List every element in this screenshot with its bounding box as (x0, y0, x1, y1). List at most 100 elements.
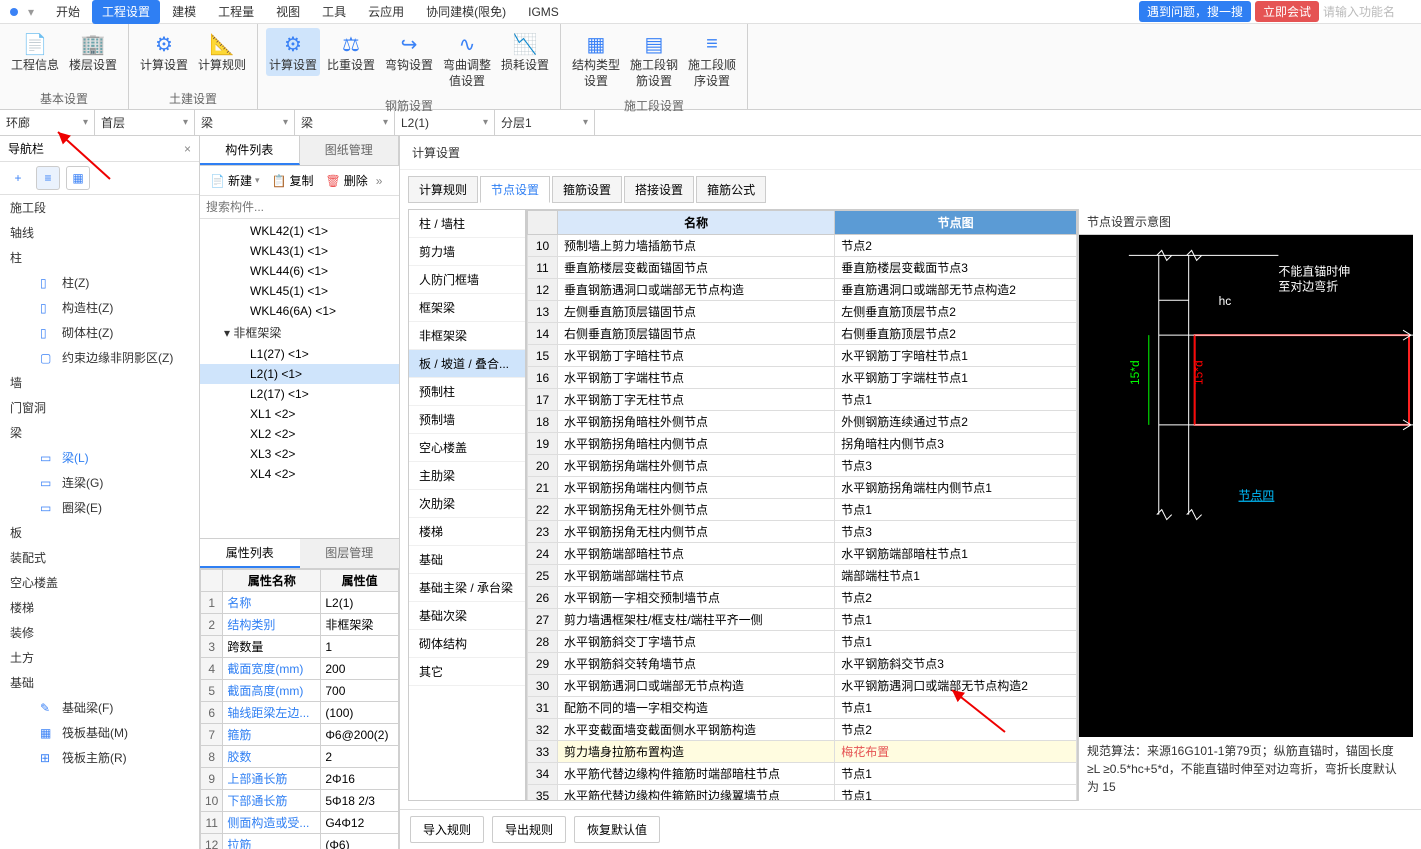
node-value[interactable]: 外侧钢筋连续通过节点2 (835, 411, 1077, 433)
nav-item[interactable]: ▭圈梁(E) (0, 495, 199, 520)
nav-item[interactable]: ▭连梁(G) (0, 470, 199, 495)
restore-button[interactable]: 恢复默认值 (574, 816, 660, 843)
node-value[interactable]: 节点1 (835, 499, 1077, 521)
prop-value[interactable]: (100) (321, 702, 399, 724)
category-item[interactable]: 基础次梁 (409, 602, 525, 630)
prop-value[interactable]: 非框架梁 (321, 614, 399, 636)
menu-tools[interactable]: 工具 (312, 0, 356, 24)
table-row[interactable]: 18水平钢筋拐角暗柱外侧节点外侧钢筋连续通过节点2 (528, 411, 1077, 433)
new-button[interactable]: 📄新建▾ (206, 170, 264, 191)
node-value[interactable]: 节点2 (835, 587, 1077, 609)
tree-item[interactable]: L2(17) <1> (200, 384, 399, 404)
dropdown-5[interactable]: 分层1▾ (495, 110, 595, 135)
node-value[interactable]: 端部端柱节点1 (835, 565, 1077, 587)
table-row[interactable]: 31配筋不同的墙一字相交构造节点1 (528, 697, 1077, 719)
trial-badge[interactable]: 立即会试 (1255, 1, 1319, 22)
prop-name[interactable]: 胶数 (223, 746, 321, 768)
menu-start[interactable]: 开始 (46, 0, 90, 24)
category-item[interactable]: 次肋梁 (409, 490, 525, 518)
prop-value[interactable]: 200 (321, 658, 399, 680)
nav-section-基础[interactable]: 基础 (0, 670, 199, 695)
nav-list-icon[interactable]: ≡ (36, 166, 60, 190)
tab-properties[interactable]: 属性列表 (200, 539, 300, 568)
nav-section-空心楼盖[interactable]: 空心楼盖 (0, 570, 199, 595)
nav-section-门窗洞[interactable]: 门窗洞 (0, 395, 199, 420)
node-value[interactable]: 水平钢筋端部暗柱节点1 (835, 543, 1077, 565)
menu-view[interactable]: 视图 (266, 0, 310, 24)
category-item[interactable]: 基础主梁 / 承台梁 (409, 574, 525, 602)
prop-value[interactable]: 2Φ16 (321, 768, 399, 790)
calc-tab-3[interactable]: 搭接设置 (624, 176, 694, 203)
node-value[interactable]: 右侧垂直筋顶层节点2 (835, 323, 1077, 345)
calc-tab-4[interactable]: 箍筋公式 (696, 176, 766, 203)
calc-tab-2[interactable]: 箍筋设置 (552, 176, 622, 203)
chevron-down-icon[interactable]: ▾ (28, 5, 34, 19)
table-row[interactable]: 33剪力墙身拉筋布置构造梅花布置 (528, 741, 1077, 763)
node-value[interactable]: 垂直筋遇洞口或端部无节点构造2 (835, 279, 1077, 301)
table-row[interactable]: 24水平钢筋端部暗柱节点水平钢筋端部暗柱节点1 (528, 543, 1077, 565)
category-item[interactable]: 板 / 坡道 / 叠合... (409, 350, 525, 378)
ribbon-施工段顺序设置[interactable]: ≡施工段顺序设置 (685, 28, 739, 91)
table-row[interactable]: 34水平筋代替边缘构件箍筋时端部暗柱节点节点1 (528, 763, 1077, 785)
prop-name[interactable]: 截面高度(mm) (223, 680, 321, 702)
nav-add-icon[interactable]: + (6, 166, 30, 190)
dropdown-1[interactable]: 首层▾ (95, 110, 195, 135)
prop-name[interactable]: 结构类别 (223, 614, 321, 636)
tab-component-list[interactable]: 构件列表 (200, 136, 300, 165)
prop-value[interactable]: G4Φ12 (321, 812, 399, 834)
table-row[interactable]: 11垂直筋楼层变截面锚固节点垂直筋楼层变截面节点3 (528, 257, 1077, 279)
calc-tab-0[interactable]: 计算规则 (408, 176, 478, 203)
table-row[interactable]: 32水平变截面墙变截面侧水平钢筋构造节点2 (528, 719, 1077, 741)
tab-layers[interactable]: 图层管理 (300, 539, 400, 568)
ribbon-损耗设置[interactable]: 📉损耗设置 (498, 28, 552, 76)
category-item[interactable]: 人防门框墙 (409, 266, 525, 294)
category-item[interactable]: 砌体结构 (409, 630, 525, 658)
table-row[interactable]: 17水平钢筋丁字无柱节点节点1 (528, 389, 1077, 411)
tab-drawing-mgmt[interactable]: 图纸管理 (300, 136, 400, 165)
menu-collab[interactable]: 协同建模(限免) (416, 0, 516, 24)
tree-item[interactable]: WKL44(6) <1> (200, 261, 399, 281)
table-row[interactable]: 19水平钢筋拐角暗柱内侧节点拐角暗柱内侧节点3 (528, 433, 1077, 455)
tree-item[interactable]: XL2 <2> (200, 424, 399, 444)
nav-item[interactable]: ▦筏板基础(M) (0, 720, 199, 745)
ribbon-计算规则[interactable]: 📐计算规则 (195, 28, 249, 76)
node-value[interactable]: 节点1 (835, 631, 1077, 653)
nav-section-装修[interactable]: 装修 (0, 620, 199, 645)
tree-item[interactable]: WKL43(1) <1> (200, 241, 399, 261)
nav-item[interactable]: ▯柱(Z) (0, 270, 199, 295)
category-item[interactable]: 非框架梁 (409, 322, 525, 350)
node-value[interactable]: 节点3 (835, 455, 1077, 477)
nav-item[interactable]: ⊞筏板主筋(R) (0, 745, 199, 770)
table-row[interactable]: 21水平钢筋拐角端柱内侧节点水平钢筋拐角端柱内侧节点1 (528, 477, 1077, 499)
table-row[interactable]: 29水平钢筋斜交转角墙节点水平钢筋斜交节点3 (528, 653, 1077, 675)
nav-item[interactable]: ▭梁(L) (0, 445, 199, 470)
prop-name[interactable]: 轴线距梁左边... (223, 702, 321, 724)
node-value[interactable]: 节点1 (835, 763, 1077, 785)
node-value[interactable]: 节点2 (835, 235, 1077, 257)
close-icon[interactable]: × (184, 142, 191, 156)
menu-modeling[interactable]: 建模 (162, 0, 206, 24)
ribbon-施工段钢筋设置[interactable]: ▤施工段钢筋设置 (627, 28, 681, 91)
nav-section-装配式[interactable]: 装配式 (0, 545, 199, 570)
category-item[interactable]: 楼梯 (409, 518, 525, 546)
search-badge[interactable]: 遇到问题，搜一搜 (1139, 1, 1251, 22)
category-item[interactable]: 柱 / 墙柱 (409, 210, 525, 238)
ribbon-结构类型设置[interactable]: ▦结构类型设置 (569, 28, 623, 91)
node-value[interactable]: 水平钢筋丁字暗柱节点1 (835, 345, 1077, 367)
category-item[interactable]: 预制柱 (409, 378, 525, 406)
dropdown-4[interactable]: L2(1)▾ (395, 110, 495, 135)
table-row[interactable]: 23水平钢筋拐角无柱内侧节点节点3 (528, 521, 1077, 543)
dropdown-0[interactable]: 环廊▾ (0, 110, 95, 135)
nav-section-板[interactable]: 板 (0, 520, 199, 545)
table-row[interactable]: 20水平钢筋拐角端柱外侧节点节点3 (528, 455, 1077, 477)
ribbon-计算设置[interactable]: ⚙计算设置 (266, 28, 320, 76)
ribbon-计算设置[interactable]: ⚙计算设置 (137, 28, 191, 76)
table-row[interactable]: 22水平钢筋拐角无柱外侧节点节点1 (528, 499, 1077, 521)
category-item[interactable]: 主肋梁 (409, 462, 525, 490)
prop-name[interactable]: 截面宽度(mm) (223, 658, 321, 680)
tree-item[interactable]: XL4 <2> (200, 464, 399, 484)
import-button[interactable]: 导入规则 (410, 816, 484, 843)
delete-button[interactable]: 🗑删除 (321, 170, 371, 191)
node-value[interactable]: 拐角暗柱内侧节点3 (835, 433, 1077, 455)
dropdown-3[interactable]: 梁▾ (295, 110, 395, 135)
